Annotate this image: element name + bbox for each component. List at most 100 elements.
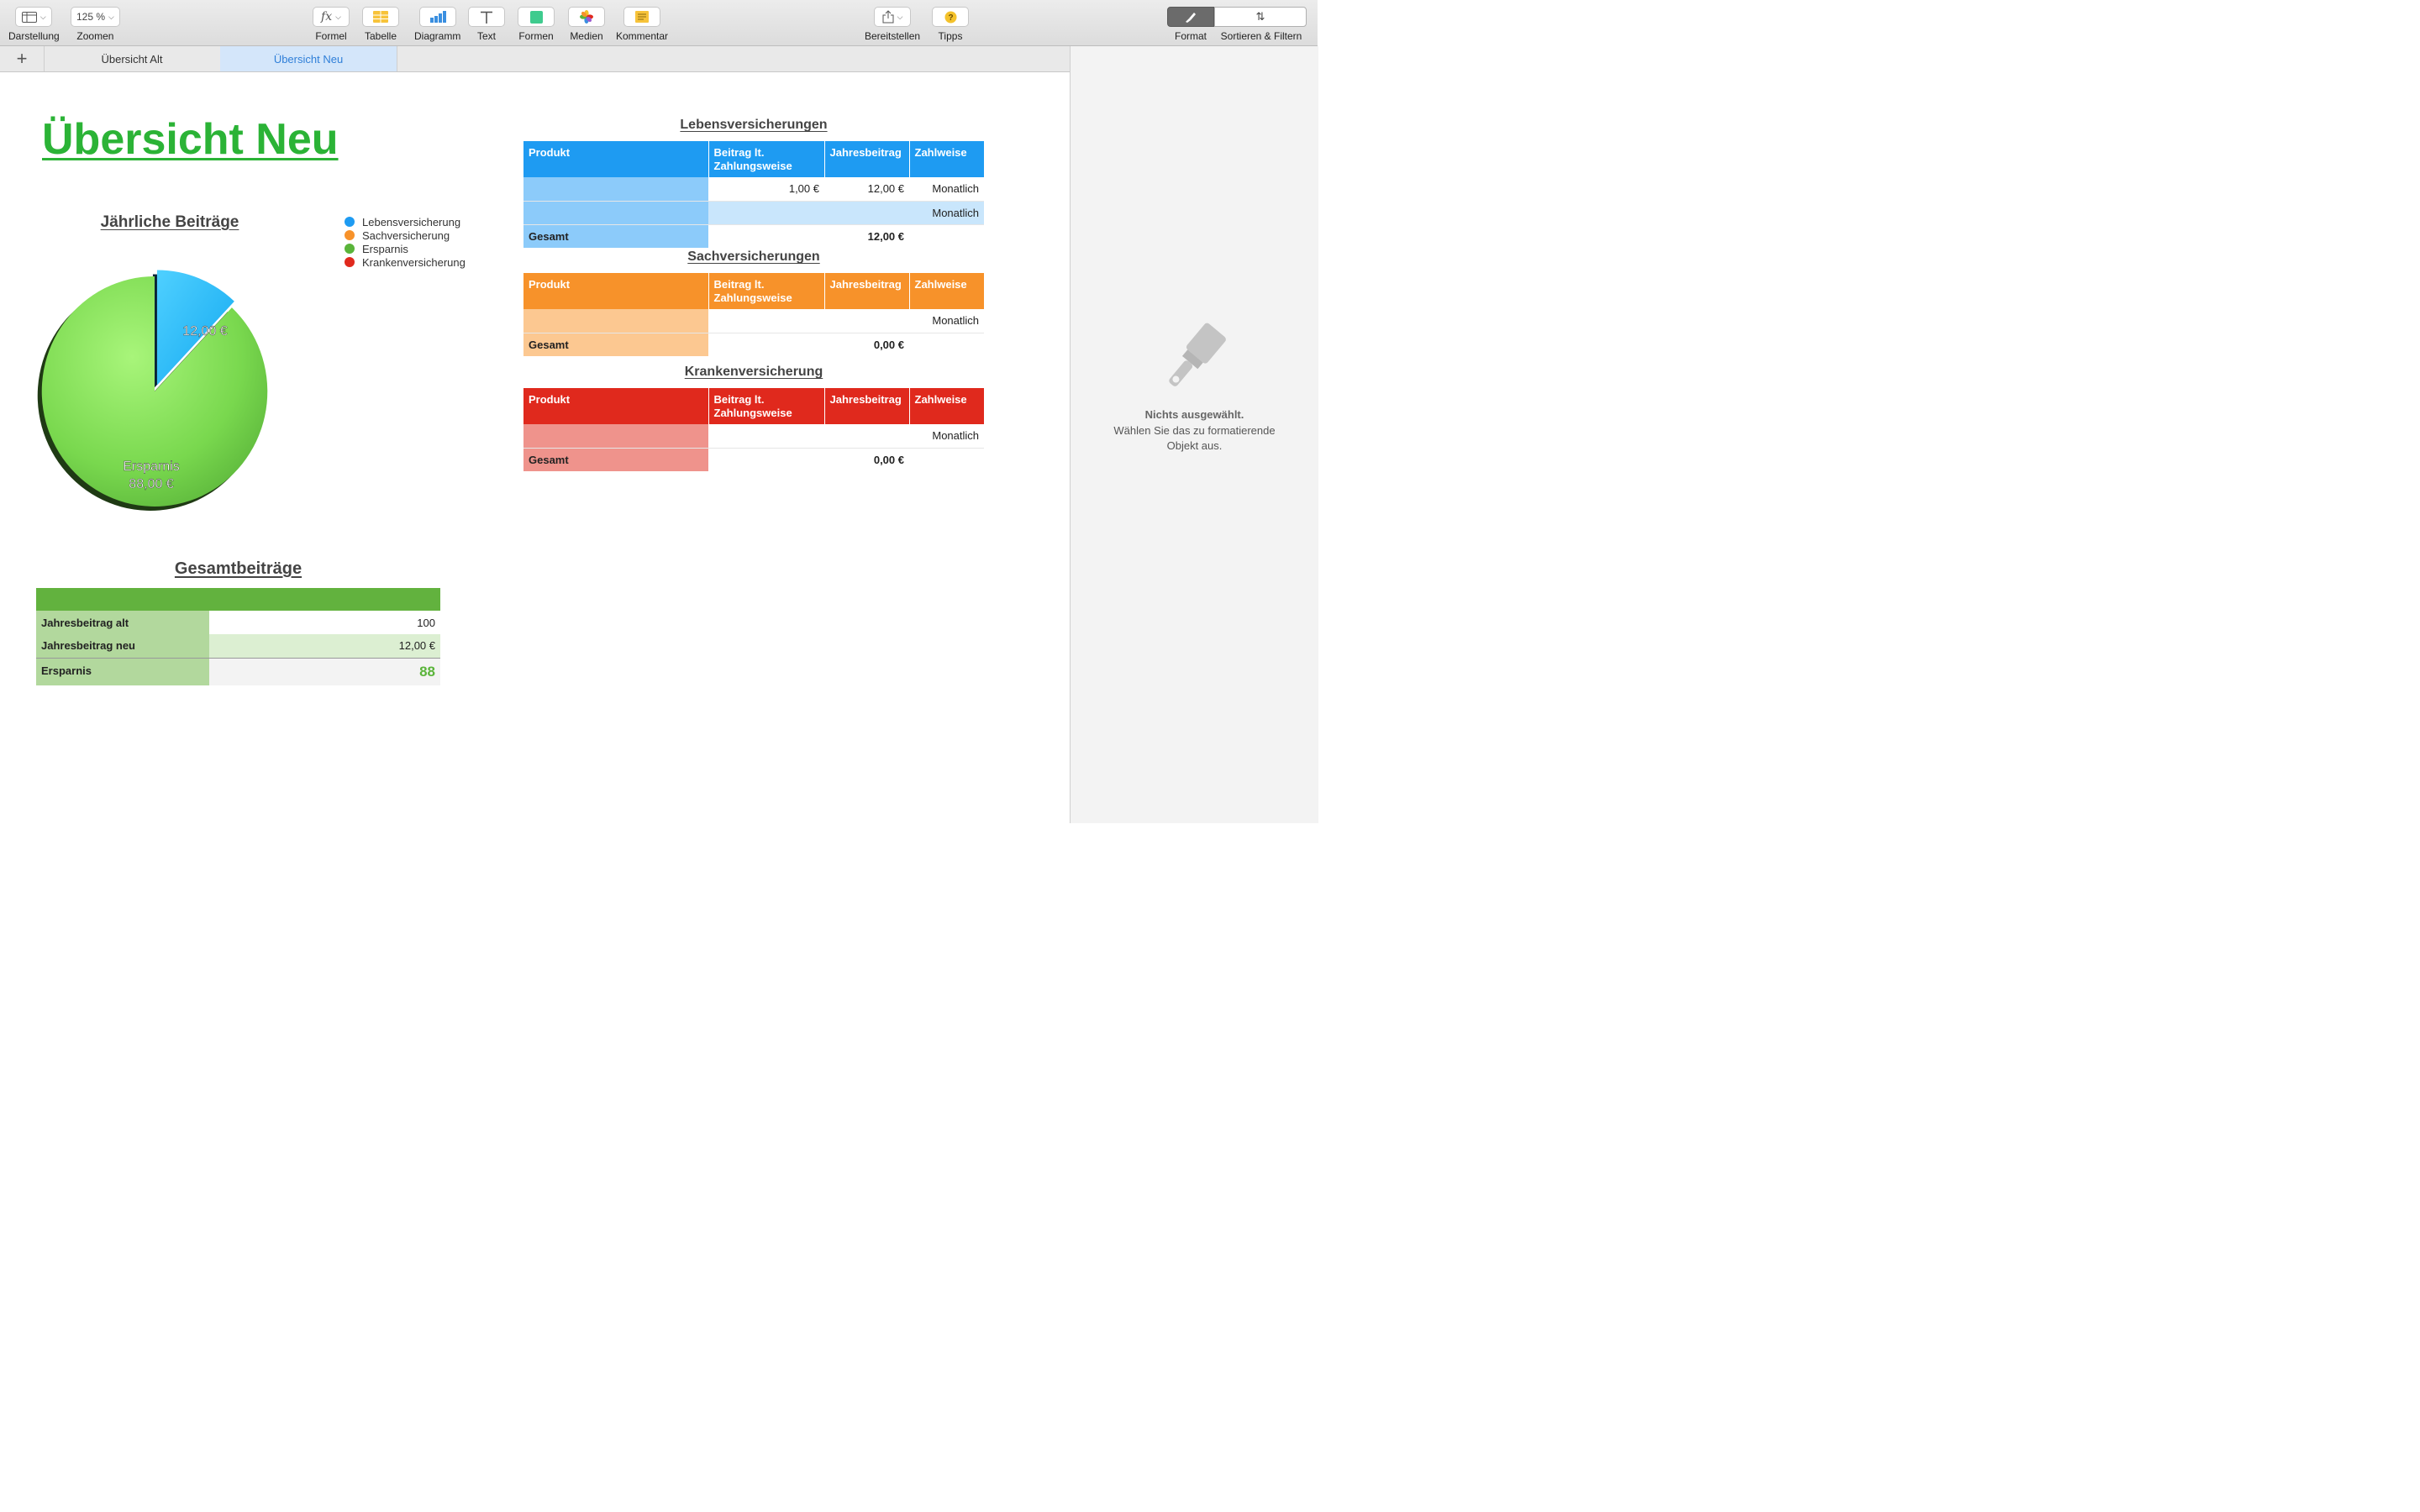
cell[interactable]	[909, 332, 984, 356]
table-label: Tabelle	[364, 30, 397, 42]
header-cell[interactable]: Jahresbeitrag	[824, 388, 910, 424]
cell[interactable]	[523, 424, 708, 449]
row-value[interactable]: 12,00 €	[209, 634, 440, 658]
zoom-select[interactable]: 125 % ⌵	[71, 7, 120, 27]
header-cell[interactable]: Zahlweise	[909, 141, 984, 177]
sach-title[interactable]: Sachversicherungen	[523, 249, 984, 265]
shape-button[interactable]	[518, 7, 555, 27]
cell[interactable]	[708, 447, 824, 471]
total-value[interactable]: 0,00 €	[824, 332, 909, 356]
media-tool[interactable]: Medien	[568, 7, 605, 42]
kranken-title[interactable]: Krankenversicherung	[523, 365, 984, 380]
formula-tool[interactable]: fx ⌵ Formel	[313, 7, 350, 42]
comment-button[interactable]	[623, 7, 661, 27]
share-button[interactable]: ⌵	[874, 7, 912, 27]
table-row: Monatlich	[523, 309, 984, 333]
view-button[interactable]: ⌵	[15, 7, 53, 27]
row-value[interactable]: 88	[209, 657, 440, 685]
cell[interactable]	[909, 447, 984, 471]
chevron-down-icon: ⌵	[39, 12, 46, 21]
row-label[interactable]: Jahresbeitrag neu	[36, 634, 209, 658]
header-cell[interactable]: Zahlweise	[909, 273, 984, 309]
pie-chart-title[interactable]: Jährliche Beiträge	[50, 213, 289, 232]
row-label[interactable]: Jahresbeitrag alt	[36, 611, 209, 634]
total-label[interactable]: Gesamt	[523, 447, 708, 471]
total-value[interactable]: 0,00 €	[824, 447, 909, 471]
sach-table[interactable]: Produkt Beitrag lt. Zahlungsweise Jahres…	[523, 273, 984, 356]
total-value[interactable]: 12,00 €	[824, 223, 909, 248]
comment-tool[interactable]: Kommentar	[616, 7, 668, 42]
kranken-table[interactable]: Produkt Beitrag lt. Zahlungsweise Jahres…	[523, 388, 984, 471]
summary-table[interactable]: Jahresbeitrag alt 100 Jahresbeitrag neu …	[36, 588, 440, 685]
formula-button[interactable]: fx ⌵	[313, 7, 350, 27]
zoom-tool[interactable]: 125 % ⌵ Zoomen	[71, 7, 120, 42]
cell[interactable]	[824, 424, 909, 449]
row-value[interactable]: 100	[209, 611, 440, 634]
header-cell[interactable]: Beitrag lt. Zahlungsweise	[708, 388, 825, 424]
cell[interactable]	[708, 309, 824, 333]
cell[interactable]	[708, 332, 824, 356]
cell[interactable]: 1,00 €	[708, 177, 824, 202]
tab-uebersicht-alt[interactable]: Übersicht Alt	[44, 46, 221, 71]
tab-uebersicht-neu[interactable]: Übersicht Neu	[220, 46, 397, 71]
text-button[interactable]	[468, 7, 505, 27]
cell[interactable]	[824, 201, 909, 225]
legend-label: Sachversicherung	[362, 228, 450, 242]
header-cell[interactable]: Beitrag lt. Zahlungsweise	[708, 141, 825, 177]
inspector-segmented-control[interactable]: ⇅	[1167, 7, 1307, 27]
share-tool[interactable]: ⌵ Bereitstellen	[865, 7, 920, 42]
header-cell[interactable]: Produkt	[523, 273, 709, 309]
header-cell[interactable]: Produkt	[523, 388, 709, 424]
add-sheet-button[interactable]: +	[0, 46, 45, 71]
cell[interactable]: Monatlich	[909, 424, 984, 449]
summary-title[interactable]: Gesamtbeiträge	[36, 559, 440, 579]
total-label[interactable]: Gesamt	[523, 332, 708, 356]
header-cell[interactable]: Beitrag lt. Zahlungsweise	[708, 273, 825, 309]
sheet-canvas: Übersicht Neu Jährliche Beiträge 12,00 €…	[0, 72, 1070, 823]
cell[interactable]	[523, 177, 708, 202]
table-row: Monatlich	[523, 424, 984, 449]
cell[interactable]	[523, 201, 708, 225]
cell[interactable]: Monatlich	[909, 177, 984, 202]
legend-item: Krankenversicherung	[345, 255, 466, 269]
header-cell[interactable]: Jahresbeitrag	[824, 273, 910, 309]
cell[interactable]	[708, 223, 824, 248]
table-icon	[373, 11, 388, 23]
plus-icon: +	[16, 48, 28, 69]
media-button[interactable]	[568, 7, 605, 27]
cell[interactable]	[523, 309, 708, 333]
header-cell[interactable]: Jahresbeitrag	[824, 141, 910, 177]
page-title[interactable]: Übersicht Neu	[42, 114, 339, 165]
shape-tool[interactable]: Formen	[518, 7, 555, 42]
table-button[interactable]	[362, 7, 399, 27]
tips-tool[interactable]: ? Tipps	[932, 7, 969, 42]
cell[interactable]: 12,00 €	[824, 177, 909, 202]
sidebar-view-icon	[21, 11, 37, 23]
table-header-row	[36, 588, 440, 611]
row-label[interactable]: Ersparnis	[36, 657, 209, 685]
cell[interactable]	[909, 223, 984, 248]
pie-chart[interactable]: 12,00 € Ersparnis 88,00 €	[29, 249, 314, 534]
cell[interactable]: Monatlich	[909, 201, 984, 225]
table-tool[interactable]: Tabelle	[362, 7, 399, 42]
cell[interactable]	[824, 309, 909, 333]
header-cell[interactable]	[36, 588, 440, 611]
chart-button[interactable]	[418, 7, 456, 27]
sort-filter-button[interactable]: ⇅	[1214, 7, 1307, 27]
format-button[interactable]	[1167, 7, 1214, 27]
chart-tool[interactable]: Diagramm	[414, 7, 460, 42]
view-tool[interactable]: ⌵ Darstellung	[8, 7, 60, 42]
sort-arrows-icon: ⇅	[1255, 10, 1265, 23]
cell[interactable]	[708, 424, 824, 449]
total-label[interactable]: Gesamt	[523, 223, 708, 248]
pie-legend: Lebensversicherung Sachversicherung Ersp…	[345, 215, 466, 269]
header-cell[interactable]: Zahlweise	[909, 388, 984, 424]
legend-item: Sachversicherung	[345, 228, 466, 242]
header-cell[interactable]: Produkt	[523, 141, 709, 177]
leben-title[interactable]: Lebensversicherungen	[523, 118, 984, 133]
cell[interactable]	[708, 201, 824, 225]
cell[interactable]: Monatlich	[909, 309, 984, 333]
leben-table[interactable]: Produkt Beitrag lt. Zahlungsweise Jahres…	[523, 141, 984, 248]
tips-button[interactable]: ?	[932, 7, 969, 27]
text-tool[interactable]: Text	[468, 7, 505, 42]
